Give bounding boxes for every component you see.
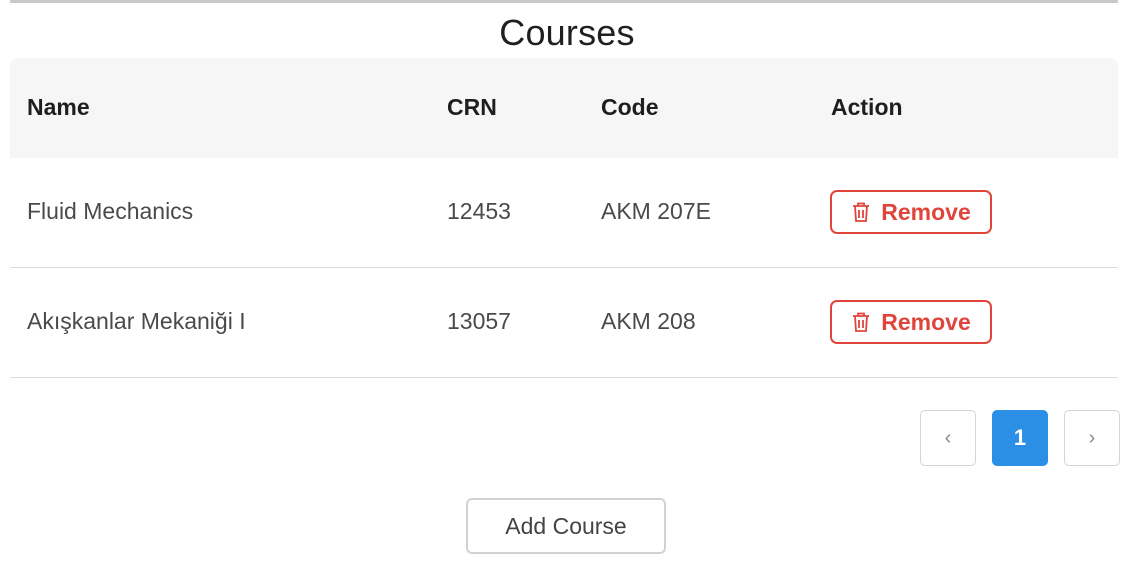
pagination-next-button[interactable]: ›	[1064, 410, 1120, 466]
course-name: Akışkanlar Mekaniği I	[27, 308, 246, 334]
course-crn: 13057	[447, 308, 511, 334]
header-code: Code	[601, 94, 659, 120]
table-row: Fluid Mechanics 12453 AKM 207E Remove	[10, 158, 1118, 268]
remove-button[interactable]: Remove	[830, 300, 992, 344]
top-divider	[10, 0, 1118, 3]
add-course-button[interactable]: Add Course	[466, 498, 666, 554]
course-crn: 12453	[447, 198, 511, 224]
trash-icon	[853, 202, 870, 222]
course-name: Fluid Mechanics	[27, 198, 194, 224]
header-crn: CRN	[447, 94, 497, 120]
courses-table: Name CRN Code Action Fluid Mechanics 124…	[10, 58, 1118, 378]
page-title: Courses	[499, 12, 635, 53]
remove-button[interactable]: Remove	[830, 190, 992, 234]
course-code: AKM 207E	[601, 198, 711, 224]
header-action: Action	[831, 94, 903, 120]
header-name: Name	[27, 94, 90, 120]
remove-label: Remove	[881, 198, 971, 225]
pagination-prev-button[interactable]: ‹	[920, 410, 976, 466]
chevron-right-icon: ›	[1088, 426, 1096, 449]
table-header: Name CRN Code Action	[10, 58, 1118, 158]
remove-label: Remove	[881, 308, 971, 335]
chevron-left-icon: ‹	[944, 426, 952, 449]
course-code: AKM 208	[601, 308, 696, 334]
table-row: Akışkanlar Mekaniği I 13057 AKM 208 Remo…	[10, 268, 1118, 378]
pagination-page-button[interactable]: 1	[992, 410, 1048, 466]
trash-icon	[853, 312, 870, 332]
